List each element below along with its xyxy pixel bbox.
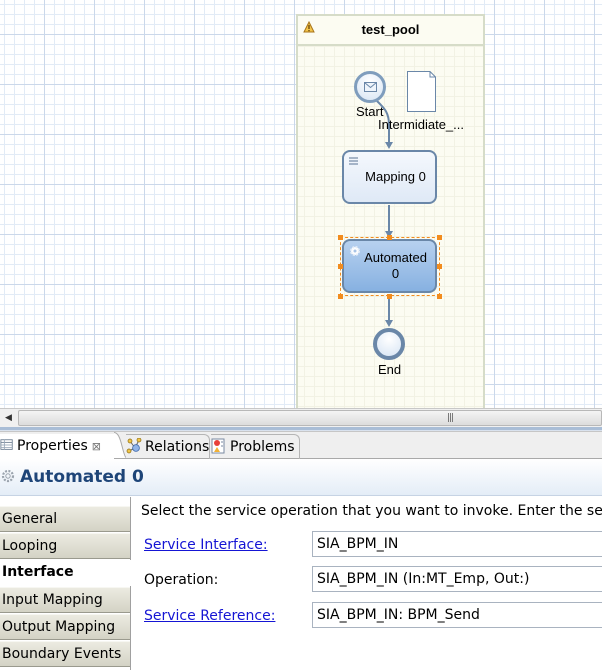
scrollbar-grip-icon: |||: [447, 413, 454, 423]
resize-handle-se[interactable]: [437, 294, 442, 299]
tab-properties-label: Properties: [17, 438, 88, 454]
service-interface-field[interactable]: [312, 531, 602, 557]
pool-title: test_pool: [361, 22, 420, 37]
resize-handle-n[interactable]: [387, 235, 392, 240]
prop-tab-boundary-events[interactable]: Boundary Events: [0, 641, 130, 667]
service-interface-link[interactable]: Service Interface:: [144, 537, 268, 553]
mapping-task[interactable]: Mapping 0: [342, 150, 437, 204]
automated-task-label-line2: 0: [391, 266, 400, 281]
properties-tab-list: General Looping Interface Input Mapping …: [0, 497, 131, 670]
automated-task-label: Automated 0: [344, 250, 435, 282]
prop-tab-output-mapping[interactable]: Output Mapping: [0, 614, 130, 640]
properties-icon: [0, 439, 13, 450]
prop-tab-interface[interactable]: Interface: [0, 560, 131, 586]
tab-problems[interactable]: Problems: [211, 434, 300, 459]
automated-task-label-line1: Automated: [364, 250, 427, 265]
resize-handle-s[interactable]: [387, 294, 392, 299]
mapping-task-label: Mapping 0: [365, 169, 426, 184]
operation-field[interactable]: [312, 566, 602, 592]
resize-handle-sw[interactable]: [338, 294, 343, 299]
start-event[interactable]: [354, 71, 386, 103]
resize-handle-e[interactable]: [437, 264, 442, 269]
prop-tab-input-mapping[interactable]: Input Mapping: [0, 587, 130, 613]
tab-relations[interactable]: Relations: [126, 434, 210, 459]
mapping-icon: [349, 157, 358, 165]
prop-tab-general[interactable]: General: [0, 506, 130, 532]
scroll-left-arrow-icon[interactable]: ◀: [0, 409, 17, 427]
data-object-label: Intermidiate_...: [378, 117, 464, 132]
resize-handle-nw[interactable]: [338, 235, 343, 240]
tab-relations-label: Relations: [145, 439, 210, 455]
resize-handle-w[interactable]: [338, 264, 343, 269]
service-reference-link[interactable]: Service Reference:: [144, 608, 275, 624]
pool-header[interactable]: test_pool: [298, 16, 483, 46]
properties-header: Automated 0: [0, 459, 602, 496]
scrollbar-thumb[interactable]: |||: [18, 410, 602, 426]
interface-description: Select the service operation that you wa…: [141, 503, 602, 519]
automated-task[interactable]: Automated 0: [342, 239, 437, 293]
tab-problems-label: Problems: [230, 439, 295, 455]
data-object-icon[interactable]: [407, 71, 436, 112]
properties-title: Automated 0: [20, 467, 144, 487]
horizontal-scrollbar[interactable]: ◀ |||: [0, 408, 602, 427]
gear-icon: [1, 469, 15, 483]
tab-properties[interactable]: Properties ⊠: [0, 434, 114, 460]
service-reference-field[interactable]: [312, 602, 602, 628]
view-tab-bar: Properties ⊠ Relations Problems: [0, 431, 602, 460]
end-event[interactable]: [373, 328, 405, 360]
tab-edge-curve: [114, 432, 126, 458]
close-icon[interactable]: ⊠: [92, 434, 101, 459]
end-event-label: End: [378, 362, 402, 377]
interface-section: Select the service operation that you wa…: [131, 497, 602, 670]
resize-handle-ne[interactable]: [437, 235, 442, 240]
envelope-icon: [364, 82, 377, 92]
relations-icon: [126, 438, 142, 454]
operation-label: Operation:: [144, 572, 219, 588]
diagram-canvas[interactable]: test_pool Start Intermidiate_... Mapping…: [0, 0, 602, 408]
properties-body: General Looping Interface Input Mapping …: [0, 497, 602, 670]
prop-tab-looping[interactable]: Looping: [0, 533, 130, 559]
problems-icon: [211, 438, 225, 454]
